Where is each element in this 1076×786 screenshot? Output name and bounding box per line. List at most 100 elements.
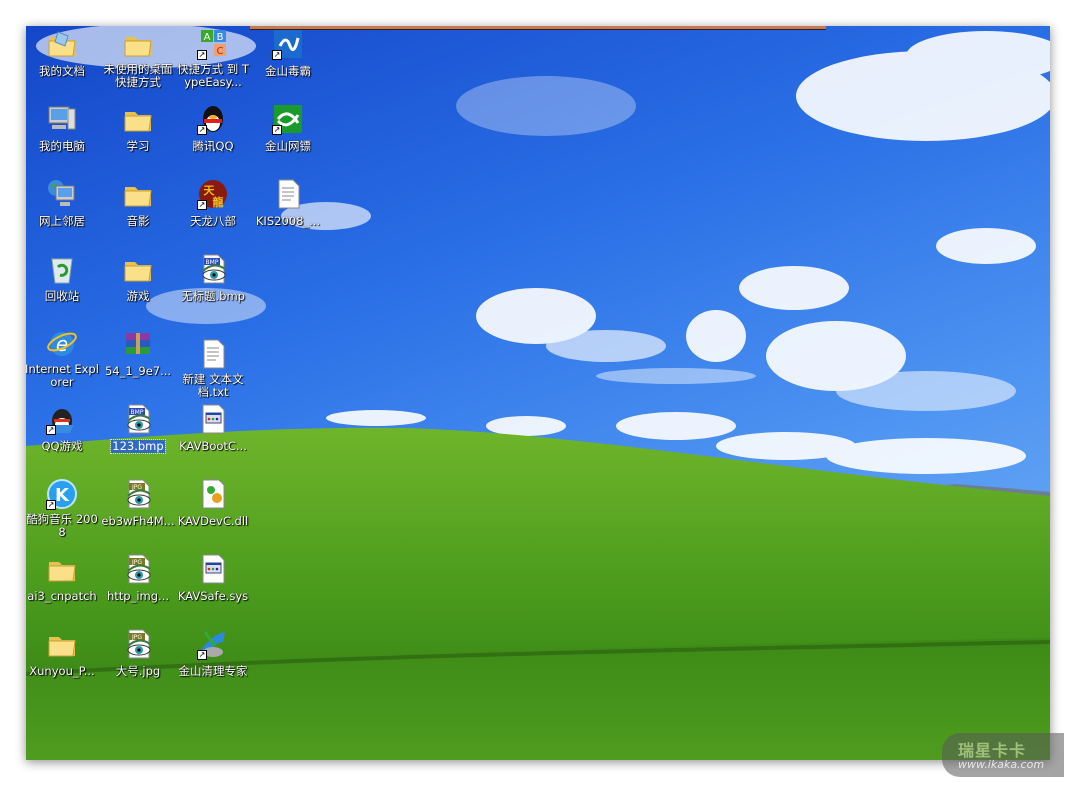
desktop-icon-label: 新建 文本文档.txt <box>182 372 244 399</box>
shortcut-arrow-icon: ↗ <box>197 50 207 60</box>
shortcut-arrow-icon: ↗ <box>46 425 56 435</box>
desktop-icon-label: 123.bmp <box>110 439 166 454</box>
desktop-icon-rar[interactable]: 54_1_9e7... <box>100 328 176 379</box>
desktop-icon-duba[interactable]: ↗ 金山毒霸 <box>250 28 326 79</box>
desktop-icon-label: 音影 <box>126 214 150 228</box>
desktop-icon-sys[interactable]: KAVSafe.sys <box>175 553 251 604</box>
desktop-icon-label: 酷狗音乐 2008 <box>26 512 98 539</box>
desktop-icon-jpg[interactable]: JPG eb3wFh4M... <box>100 478 176 529</box>
folder-icon <box>46 553 78 585</box>
my-documents-icon <box>46 28 78 60</box>
jpg-icon: JPG <box>122 478 154 510</box>
desktop-icon-label: http_img... <box>106 589 170 603</box>
folder-icon <box>122 253 154 285</box>
desktop-icon-txt[interactable]: 新建 文本文档.txt <box>175 338 251 400</box>
desktop-icon-label: KAVDevC.dll <box>177 514 249 528</box>
desktop-icon-label: 我的电脑 <box>39 139 85 153</box>
desktop-icon-sys[interactable]: KAVBootC... <box>175 403 251 454</box>
desktop-icon-my-documents[interactable]: 我的文档 <box>26 28 100 79</box>
ie-icon: e <box>46 328 78 360</box>
folder-icon <box>122 178 154 210</box>
desktop-icon-network[interactable]: 网上邻居 <box>26 178 100 229</box>
desktop-icon-label: KAVSafe.sys <box>177 589 249 603</box>
desktop[interactable]: 我的文档 我的电脑 网上邻居 回收站 e Internet Explorer ↗ QQ游戏 K ↗… <box>26 26 1050 760</box>
desktop-icon-bmp[interactable]: BMP 无标题.bmp <box>175 253 251 304</box>
svg-text:K: K <box>55 485 70 506</box>
duba-icon: ↗ <box>272 28 304 60</box>
jpg-icon: JPG <box>122 628 154 660</box>
desktop-icon-jpg[interactable]: JPG 大号.jpg <box>100 628 176 679</box>
desktop-icon-ie[interactable]: e Internet Explorer <box>26 328 100 390</box>
sys-icon <box>197 403 229 435</box>
qq-icon: ↗ <box>197 103 229 135</box>
rar-icon <box>122 328 154 360</box>
watermark: 瑞星卡卡 www.ikaka.com <box>942 733 1064 777</box>
svg-text:A: A <box>204 32 211 43</box>
desktop-icon-folder[interactable]: 未使用的桌面快捷方式 <box>100 28 176 90</box>
shortcut-arrow-icon: ↗ <box>46 500 56 510</box>
desktop-icon-label: 无标题.bmp <box>181 289 245 303</box>
svg-text:龍: 龍 <box>213 195 224 209</box>
jpg-icon: JPG <box>122 553 154 585</box>
bmp-icon: BMP <box>122 403 154 435</box>
desktop-icon-label: 网上邻居 <box>39 214 85 228</box>
desktop-icon-label: 54_1_9e7... <box>104 364 172 378</box>
desktop-icon-wangbiao[interactable]: ↗ 金山网镖 <box>250 103 326 154</box>
desktop-icon-qq-game[interactable]: ↗ QQ游戏 <box>26 403 100 454</box>
desktop-icon-label: 金山网镖 <box>265 139 311 153</box>
desktop-icon-qq[interactable]: ↗ 腾讯QQ <box>175 103 251 154</box>
desktop-icon-my-computer[interactable]: 我的电脑 <box>26 103 100 154</box>
desktop-icon-label: 大号.jpg <box>115 664 161 678</box>
desktop-icon-label: ai3_cnpatch <box>27 589 97 603</box>
abc-icon: A B C ↗ <box>197 28 229 60</box>
shortcut-arrow-icon: ↗ <box>272 50 282 60</box>
folder-icon <box>46 628 78 660</box>
desktop-icon-folder[interactable]: 游戏 <box>100 253 176 304</box>
desktop-icon-label: 天龙八部 <box>190 214 236 228</box>
folder-icon <box>122 28 154 60</box>
desktop-icon-folder[interactable]: 学习 <box>100 103 176 154</box>
desktop-icon-tlbb[interactable]: 天龍 ↗ 天龙八部 <box>175 178 251 229</box>
desktop-icon-kugou[interactable]: K ↗ 酷狗音乐 2008 <box>26 478 100 540</box>
shortcut-arrow-icon: ↗ <box>197 650 207 660</box>
desktop-icon-folder[interactable]: ai3_cnpatch <box>26 553 100 604</box>
folder-icon <box>122 103 154 135</box>
recycle-bin-icon <box>46 253 78 285</box>
desktop-icon-label: 腾讯QQ <box>192 139 234 153</box>
desktop-icon-folder[interactable]: Xunyou_P... <box>26 628 100 679</box>
desktop-icon-label: 快捷方式 到 TypeEasy... <box>177 62 249 89</box>
network-icon <box>46 178 78 210</box>
top-bar-line <box>250 26 826 30</box>
desktop-icon-jpg[interactable]: JPG http_img... <box>100 553 176 604</box>
desktop-icon-label: KAVBootC... <box>179 439 247 453</box>
shortcut-arrow-icon: ↗ <box>197 125 207 135</box>
watermark-url: www.ikaka.com <box>958 758 1045 771</box>
desktop-icon-folder[interactable]: 音影 <box>100 178 176 229</box>
kugou-icon: K ↗ <box>46 478 78 510</box>
desktop-icon-label: Internet Explorer <box>26 362 99 389</box>
desktop-icon-dll[interactable]: KAVDevC.dll <box>175 478 251 529</box>
dll-icon <box>197 478 229 510</box>
desktop-icon-label: 回收站 <box>44 289 80 303</box>
desktop-icon-label: 游戏 <box>126 289 150 303</box>
desktop-icon-cleaner[interactable]: ↗ 金山清理专家 <box>175 628 251 679</box>
desktop-icon-recycle-bin[interactable]: 回收站 <box>26 253 100 304</box>
shortcut-arrow-icon: ↗ <box>197 200 207 210</box>
desktop-icon-abc[interactable]: A B C ↗ 快捷方式 到 TypeEasy... <box>175 28 251 90</box>
desktop-icon-bmp[interactable]: BMP 123.bmp <box>100 403 176 454</box>
bmp-icon: BMP <box>197 253 229 285</box>
desktop-icon-label: 金山毒霸 <box>265 64 311 78</box>
desktop-icon-label: KIS2008_... <box>255 214 321 228</box>
txt-icon <box>272 178 304 210</box>
svg-text:C: C <box>217 46 224 57</box>
desktop-icon-txt[interactable]: KIS2008_... <box>250 178 326 229</box>
desktop-icon-label: 我的文档 <box>39 64 85 78</box>
desktop-icon-label: QQ游戏 <box>41 439 83 453</box>
wangbiao-icon: ↗ <box>272 103 304 135</box>
cleaner-icon: ↗ <box>197 628 229 660</box>
desktop-icon-label: 未使用的桌面快捷方式 <box>103 62 173 89</box>
qq-game-icon: ↗ <box>46 403 78 435</box>
svg-text:B: B <box>217 32 224 43</box>
desktop-icon-label: 金山清理专家 <box>178 664 248 678</box>
sys-icon <box>197 553 229 585</box>
